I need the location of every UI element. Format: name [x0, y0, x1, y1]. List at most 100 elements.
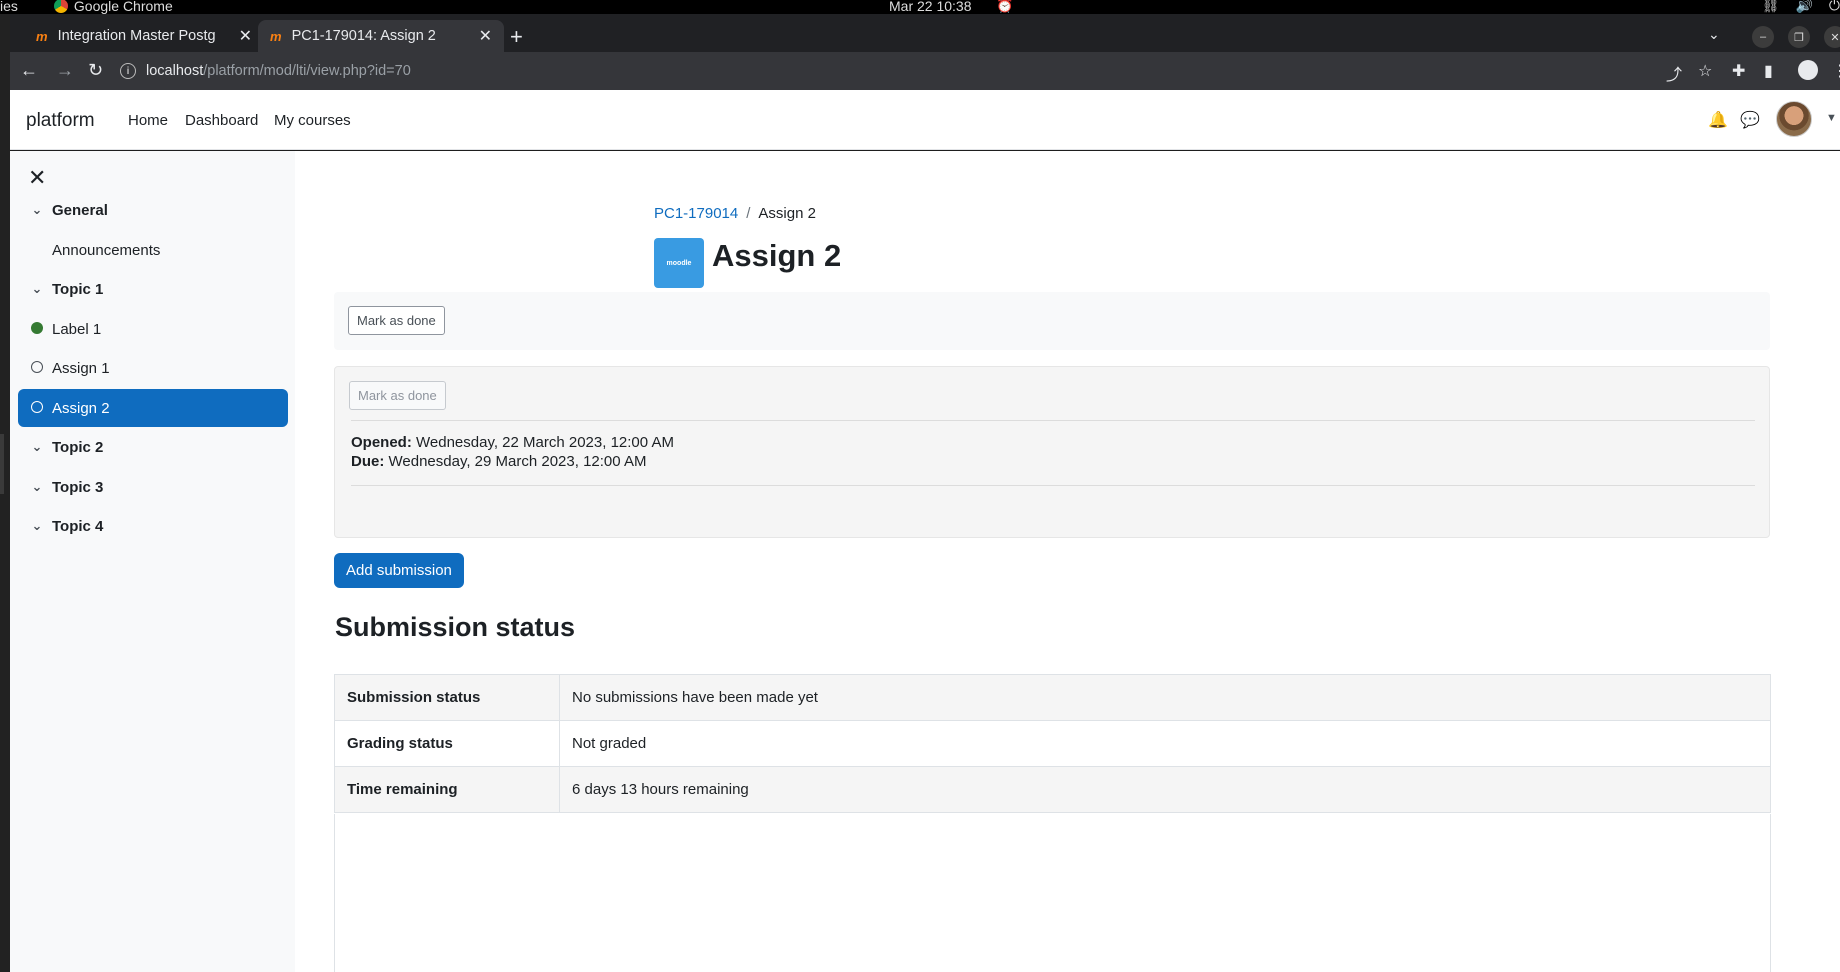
alarm-icon: ⏰	[996, 0, 1014, 13]
submission-status-table: Submission status No submissions have be…	[334, 674, 1771, 813]
drawer-item-label: Announcements	[52, 241, 161, 259]
row-label: Grading status	[334, 720, 560, 767]
minimize-icon[interactable]: –	[1752, 26, 1774, 48]
chevron-down-icon[interactable]: ▼	[1826, 112, 1837, 124]
site-brand[interactable]: platform	[26, 110, 95, 132]
row-value: No submissions have been made yet	[559, 674, 1771, 721]
drawer-section-topic-2[interactable]: ⌄ Topic 2	[18, 428, 288, 466]
drawer-item-label-1[interactable]: Label 1	[18, 310, 288, 348]
course-index-drawer: ✕ ⌄ General Announcements ⌄ Topic 1 Labe…	[10, 151, 295, 972]
drawer-item-label: Assign 1	[52, 359, 110, 377]
opened-value: Wednesday, 22 March 2023, 12:00 AM	[416, 434, 674, 451]
bookmark-star-icon[interactable]: ☆	[1698, 61, 1712, 81]
close-icon[interactable]: ✕	[239, 26, 252, 46]
drawer-item-label: Topic 3	[52, 478, 104, 496]
network-icon[interactable]: ⛓	[1762, 0, 1780, 14]
browser-toolbar: ← → ↻ i localhost/platform/mod/lti/view.…	[10, 52, 1840, 90]
table-row: Submission status No submissions have be…	[334, 674, 1771, 721]
drawer-section-topic-1[interactable]: ⌄ Topic 1	[18, 270, 288, 308]
drawer-item-assign-1[interactable]: Assign 1	[18, 349, 288, 387]
tab-assign-2[interactable]: m PC1-179014: Assign 2 ✕	[258, 20, 504, 52]
nav-my-courses[interactable]: My courses	[274, 112, 351, 129]
chevron-down-icon[interactable]: ⌄	[18, 281, 52, 297]
close-drawer-icon[interactable]: ✕	[28, 165, 46, 191]
chrome-icon	[53, 0, 68, 13]
close-icon[interactable]: ✕	[479, 26, 492, 46]
due-date: Due: Wednesday, 29 March 2023, 12:00 AM	[351, 453, 646, 470]
tab-search-chevron-icon[interactable]: ⌄	[1708, 26, 1720, 43]
user-avatar[interactable]	[1776, 101, 1812, 137]
new-tab-icon[interactable]: +	[510, 24, 523, 50]
chevron-down-icon[interactable]: ⌄	[18, 479, 52, 495]
app-menu[interactable]: Google Chrome	[53, 0, 173, 14]
divider	[351, 485, 1755, 486]
share-icon[interactable]: ⤴	[1666, 61, 1682, 85]
activities-fragment[interactable]: ies	[0, 0, 18, 14]
drawer-section-topic-4[interactable]: ⌄ Topic 4	[18, 507, 288, 545]
row-value: Not graded	[559, 720, 1771, 767]
tab-title: PC1-179014: Assign 2	[291, 28, 436, 44]
messages-icon[interactable]: 💬	[1740, 110, 1760, 130]
add-submission-button[interactable]: Add submission	[334, 553, 464, 588]
lti-frame-area	[334, 814, 1771, 972]
dock-strip	[0, 14, 10, 972]
main-content: PC1-179014 / Assign 2 moodle Assign 2 Ma…	[295, 151, 1840, 972]
drawer-item-announcements[interactable]: Announcements	[18, 231, 288, 269]
chevron-down-icon[interactable]: ⌄	[18, 439, 52, 455]
drawer-item-label: Topic 4	[52, 517, 104, 535]
due-value: Wednesday, 29 March 2023, 12:00 AM	[388, 453, 647, 470]
divider	[351, 420, 1755, 421]
chevron-down-icon[interactable]: ⌄	[18, 202, 52, 218]
drawer-section-general[interactable]: ⌄ General	[18, 191, 288, 229]
mark-as-done-button[interactable]: Mark as done	[348, 306, 445, 335]
os-clock[interactable]: Mar 22 10:38	[889, 0, 972, 14]
moodle-favicon-icon: m	[270, 28, 282, 44]
completion-panel: Mark as done	[334, 292, 1770, 350]
url-path: /platform/mod/lti/view.php?id=70	[203, 63, 411, 79]
chevron-down-icon[interactable]: ⌄	[18, 518, 52, 534]
incomplete-circle-icon	[31, 360, 43, 373]
url-host: localhost	[146, 63, 204, 79]
chrome-menu-icon[interactable]: ⋮	[1832, 61, 1840, 81]
drawer-item-label: Assign 2	[52, 399, 110, 417]
side-panel-icon[interactable]: ▮	[1764, 61, 1773, 81]
tab-strip: m Integration Master Postg ✕ m PC1-17901…	[10, 14, 1840, 52]
tab-title: Integration Master Postg	[57, 28, 216, 44]
back-icon[interactable]: ←	[20, 60, 38, 81]
extensions-icon[interactable]: ✚	[1732, 61, 1745, 81]
site-info-icon[interactable]: i	[120, 63, 136, 79]
page-title: Assign 2	[712, 238, 842, 273]
breadcrumb-separator: /	[746, 205, 751, 222]
breadcrumb-course-link[interactable]: PC1-179014	[654, 205, 738, 222]
row-label: Submission status	[334, 674, 560, 721]
window-close-icon[interactable]: ✕	[1824, 26, 1840, 48]
volume-icon[interactable]: 🔊	[1795, 0, 1812, 14]
due-label: Due:	[351, 453, 385, 470]
app-name: Google Chrome	[73, 0, 173, 14]
dock-handle	[0, 434, 4, 494]
table-row: Time remaining 6 days 13 hours remaining	[334, 766, 1771, 813]
drawer-item-label: Label 1	[52, 320, 102, 338]
opened-date: Opened: Wednesday, 22 March 2023, 12:00 …	[351, 434, 674, 451]
row-value: 6 days 13 hours remaining	[559, 766, 1771, 813]
power-icon[interactable]: ⏻	[1829, 0, 1840, 14]
address-bar[interactable]: i localhost/platform/mod/lti/view.php?id…	[120, 55, 1660, 87]
drawer-item-label: Topic 2	[52, 438, 104, 456]
site-navbar: platform Home Dashboard My courses 🔔 💬 ▼	[10, 90, 1840, 150]
lti-module-icon: moodle	[654, 238, 704, 288]
nav-dashboard[interactable]: Dashboard	[185, 112, 258, 129]
breadcrumb-current: Assign 2	[758, 205, 816, 222]
restore-icon[interactable]: ❐	[1788, 26, 1810, 48]
tab-integration-master[interactable]: m Integration Master Postg ✕	[24, 20, 264, 52]
incomplete-circle-icon	[31, 400, 43, 413]
submission-status-heading: Submission status	[335, 612, 576, 642]
drawer-section-topic-3[interactable]: ⌄ Topic 3	[18, 468, 288, 506]
nav-home[interactable]: Home	[128, 112, 168, 129]
moodle-favicon-icon: m	[36, 28, 48, 44]
reload-icon[interactable]: ↻	[88, 60, 103, 81]
notification-bell-icon[interactable]: 🔔	[1708, 110, 1728, 130]
mark-as-done-disabled-button[interactable]: Mark as done	[349, 381, 446, 410]
profile-icon[interactable]	[1798, 60, 1818, 80]
forward-icon[interactable]: →	[56, 60, 74, 81]
drawer-item-assign-2[interactable]: Assign 2	[18, 389, 288, 427]
